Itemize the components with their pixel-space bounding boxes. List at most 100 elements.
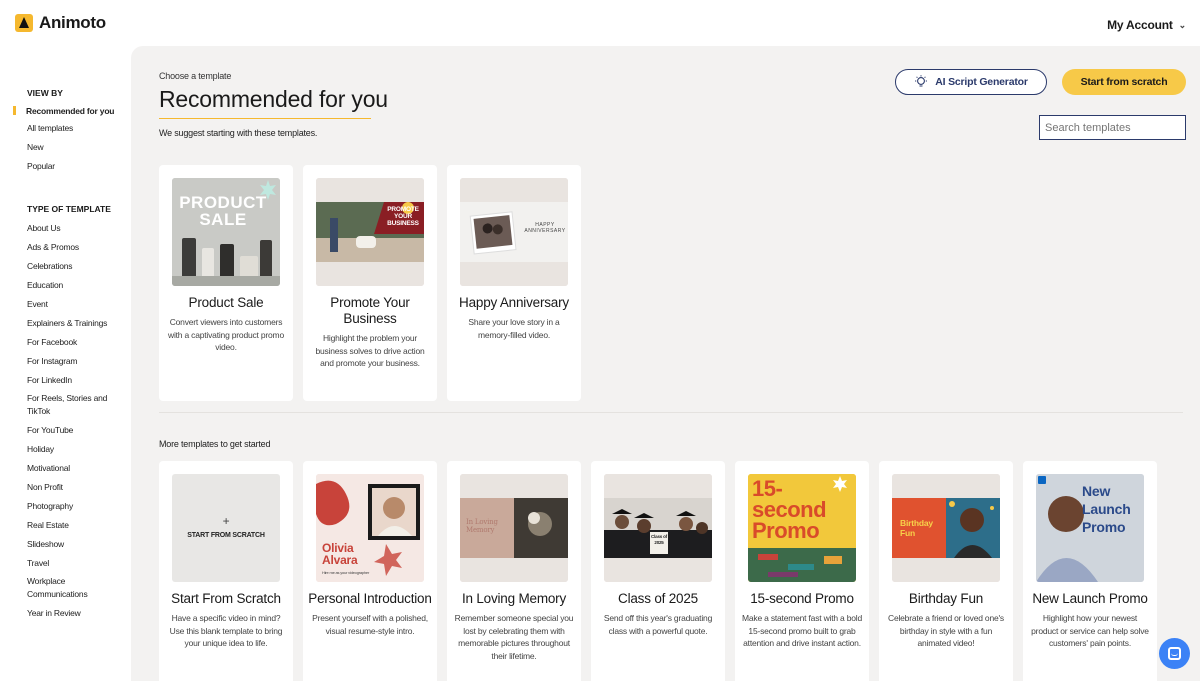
sidebar-item-workplace[interactable]: Workplace Communications	[27, 575, 119, 601]
sidebar-item-event[interactable]: Event	[27, 298, 119, 311]
card-title: 15-second Promo	[750, 591, 854, 606]
plus-icon: +	[222, 514, 230, 528]
animoto-logo[interactable]: Animoto	[15, 13, 106, 33]
sidebar-item-recommended[interactable]: Recommended for you	[26, 105, 118, 118]
intro-thumb-text: Olivia Alvara	[322, 541, 358, 567]
class-of-2025-image	[604, 474, 712, 582]
template-card-product-sale[interactable]: PRODUCT SALE Product Sale Convert viewer…	[159, 165, 293, 401]
happy-anniversary-thumbnail: HAPPY ANNIVERSARY	[460, 178, 568, 286]
ai-script-generator-button[interactable]: AI Script Generator	[895, 69, 1047, 95]
chat-icon	[1168, 647, 1181, 660]
more-templates-label: More templates to get started	[159, 439, 271, 449]
card-title: Birthday Fun	[908, 591, 984, 606]
anniversary-thumb-text: HAPPY ANNIVERSARY	[524, 222, 566, 234]
animoto-logo-icon	[15, 14, 33, 32]
chat-support-button[interactable]	[1159, 638, 1190, 669]
personal-intro-thumbnail: Olivia Alvara Hire me as your videograph…	[316, 474, 424, 582]
start-from-scratch-thumbnail: + START FROM SCRATCH	[172, 474, 280, 582]
sidebar-item-reels[interactable]: For Reels, Stories and TikTok	[27, 392, 119, 418]
card-title: Promote Your Business	[330, 295, 410, 326]
card-title: Start From Scratch	[171, 591, 281, 606]
new-launch-thumb-text: New Launch Promo	[1082, 483, 1131, 535]
sidebar-item-photography[interactable]: Photography	[27, 500, 119, 513]
card-description: Celebrate a friend or loved one's birthd…	[888, 613, 1004, 648]
promote-business-image	[316, 178, 424, 286]
sidebar-item-linkedin[interactable]: For LinkedIn	[27, 374, 119, 387]
page-title: Recommended for you	[159, 86, 388, 112]
my-account-menu[interactable]: My Account ⌄	[1107, 18, 1186, 32]
sidebar-item-non-profit[interactable]: Non Profit	[27, 481, 119, 494]
promo-15-thumbnail: 15-second Promo	[748, 474, 856, 582]
promo-15-thumb-text: 15-second Promo	[752, 476, 827, 543]
sidebar-item-youtube[interactable]: For YouTube	[27, 424, 119, 437]
product-sale-thumbnail: PRODUCT SALE	[172, 178, 280, 286]
sidebar-item-explainers[interactable]: Explainers & Trainings	[27, 317, 119, 330]
sidebar-item-travel[interactable]: Travel	[27, 557, 119, 570]
promote-thumb-text: PROMOTE YOUR BUSINESS	[387, 206, 419, 227]
new-launch-thumbnail: New Launch Promo	[1036, 474, 1144, 582]
card-title: Product Sale	[188, 295, 264, 310]
sidebar-item-popular[interactable]: Popular	[27, 160, 119, 173]
chevron-down-icon: ⌄	[1178, 19, 1187, 30]
sidebar-item-holiday[interactable]: Holiday	[27, 443, 119, 456]
ai-button-label: AI Script Generator	[935, 76, 1028, 88]
search-templates-input[interactable]	[1039, 115, 1186, 140]
sidebar-item-year-in-review[interactable]: Year in Review	[27, 607, 119, 620]
sidebar-item-education[interactable]: Education	[27, 279, 119, 292]
sidebar-item-ads-promos[interactable]: Ads & Promos	[27, 241, 119, 254]
intro-thumb-sub: Hire me as your videographer	[322, 570, 370, 575]
card-description: Send off this year's graduating class wi…	[603, 613, 713, 636]
card-title: Happy Anniversary	[459, 295, 569, 310]
sidebar-item-motivational[interactable]: Motivational	[27, 462, 119, 475]
page-kicker: Choose a template	[159, 71, 232, 81]
top-header: Animoto My Account ⌄	[0, 0, 1200, 46]
card-title: New Launch Promo	[1032, 591, 1148, 606]
card-description: Present yourself with a polished, visual…	[312, 613, 428, 636]
active-indicator	[13, 106, 16, 115]
sidebar-item-slideshow[interactable]: Slideshow	[27, 538, 119, 551]
template-card-birthday-fun[interactable]: Birthday Fun Birthday Fun Celebrate a fr…	[879, 461, 1013, 681]
template-card-start-from-scratch[interactable]: + START FROM SCRATCH Start From Scratch …	[159, 461, 293, 681]
template-card-15-second-promo[interactable]: 15-second Promo 15-second Promo Make a s…	[735, 461, 869, 681]
product-sale-thumb-text: PRODUCT SALE	[179, 193, 267, 229]
lightbulb-icon	[915, 75, 928, 87]
promote-business-thumbnail: PROMOTE YOUR BUSINESS	[316, 178, 424, 286]
start-from-scratch-button[interactable]: Start from scratch	[1062, 69, 1186, 95]
scratch-thumb-text: START FROM SCRATCH	[187, 532, 265, 539]
card-description: Share your love story in a memory-filled…	[468, 317, 560, 340]
sidebar-item-real-estate[interactable]: Real Estate	[27, 519, 119, 532]
template-card-promote-business[interactable]: PROMOTE YOUR BUSINESS Promote Your Busin…	[303, 165, 437, 401]
section-divider	[159, 412, 1183, 413]
card-description: Remember someone special you lost by cel…	[454, 613, 574, 661]
sidebar-item-new[interactable]: New	[27, 141, 119, 154]
template-card-happy-anniversary[interactable]: HAPPY ANNIVERSARY Happy Anniversary Shar…	[447, 165, 581, 401]
card-title: Personal Introduction	[308, 591, 432, 606]
class-thumb-text: Class of 2025	[651, 534, 667, 545]
sidebar: VIEW BY Recommended for you All template…	[0, 46, 131, 681]
title-underline	[159, 118, 371, 119]
main-content: Choose a template Recommended for you We…	[131, 46, 1200, 681]
card-title: Class of 2025	[618, 591, 698, 606]
template-card-new-launch-promo[interactable]: New Launch Promo New Launch Promo Highli…	[1023, 461, 1157, 681]
memory-thumb-text: In Loving Memory	[466, 518, 498, 534]
template-card-personal-introduction[interactable]: Olivia Alvara Hire me as your videograph…	[303, 461, 437, 681]
sidebar-item-all-templates[interactable]: All templates	[27, 122, 119, 135]
view-by-heading: VIEW BY	[27, 88, 63, 98]
account-label: My Account	[1107, 18, 1173, 32]
card-description: Convert viewers into customers with a ca…	[168, 317, 284, 352]
sidebar-item-about-us[interactable]: About Us	[27, 222, 119, 235]
card-description: Highlight how your newest product or ser…	[1031, 613, 1149, 648]
class-of-2025-thumbnail: Class of 2025	[604, 474, 712, 582]
sidebar-item-celebrations[interactable]: Celebrations	[27, 260, 119, 273]
loving-memory-thumbnail: In Loving Memory	[460, 474, 568, 582]
logo-text: Animoto	[39, 13, 106, 32]
birthday-thumb-text: Birthday Fun	[900, 518, 933, 538]
sidebar-item-facebook[interactable]: For Facebook	[27, 336, 119, 349]
template-card-in-loving-memory[interactable]: In Loving Memory In Loving Memory Rememb…	[447, 461, 581, 681]
card-description: Have a specific video in mind? Use this …	[169, 613, 283, 648]
sidebar-item-instagram[interactable]: For Instagram	[27, 355, 119, 368]
suggest-text: We suggest starting with these templates…	[159, 128, 318, 138]
card-title: In Loving Memory	[461, 591, 567, 606]
type-of-template-heading: TYPE OF TEMPLATE	[27, 204, 111, 214]
template-card-class-of-2025[interactable]: Class of 2025 Class of 2025 Send off thi…	[591, 461, 725, 681]
